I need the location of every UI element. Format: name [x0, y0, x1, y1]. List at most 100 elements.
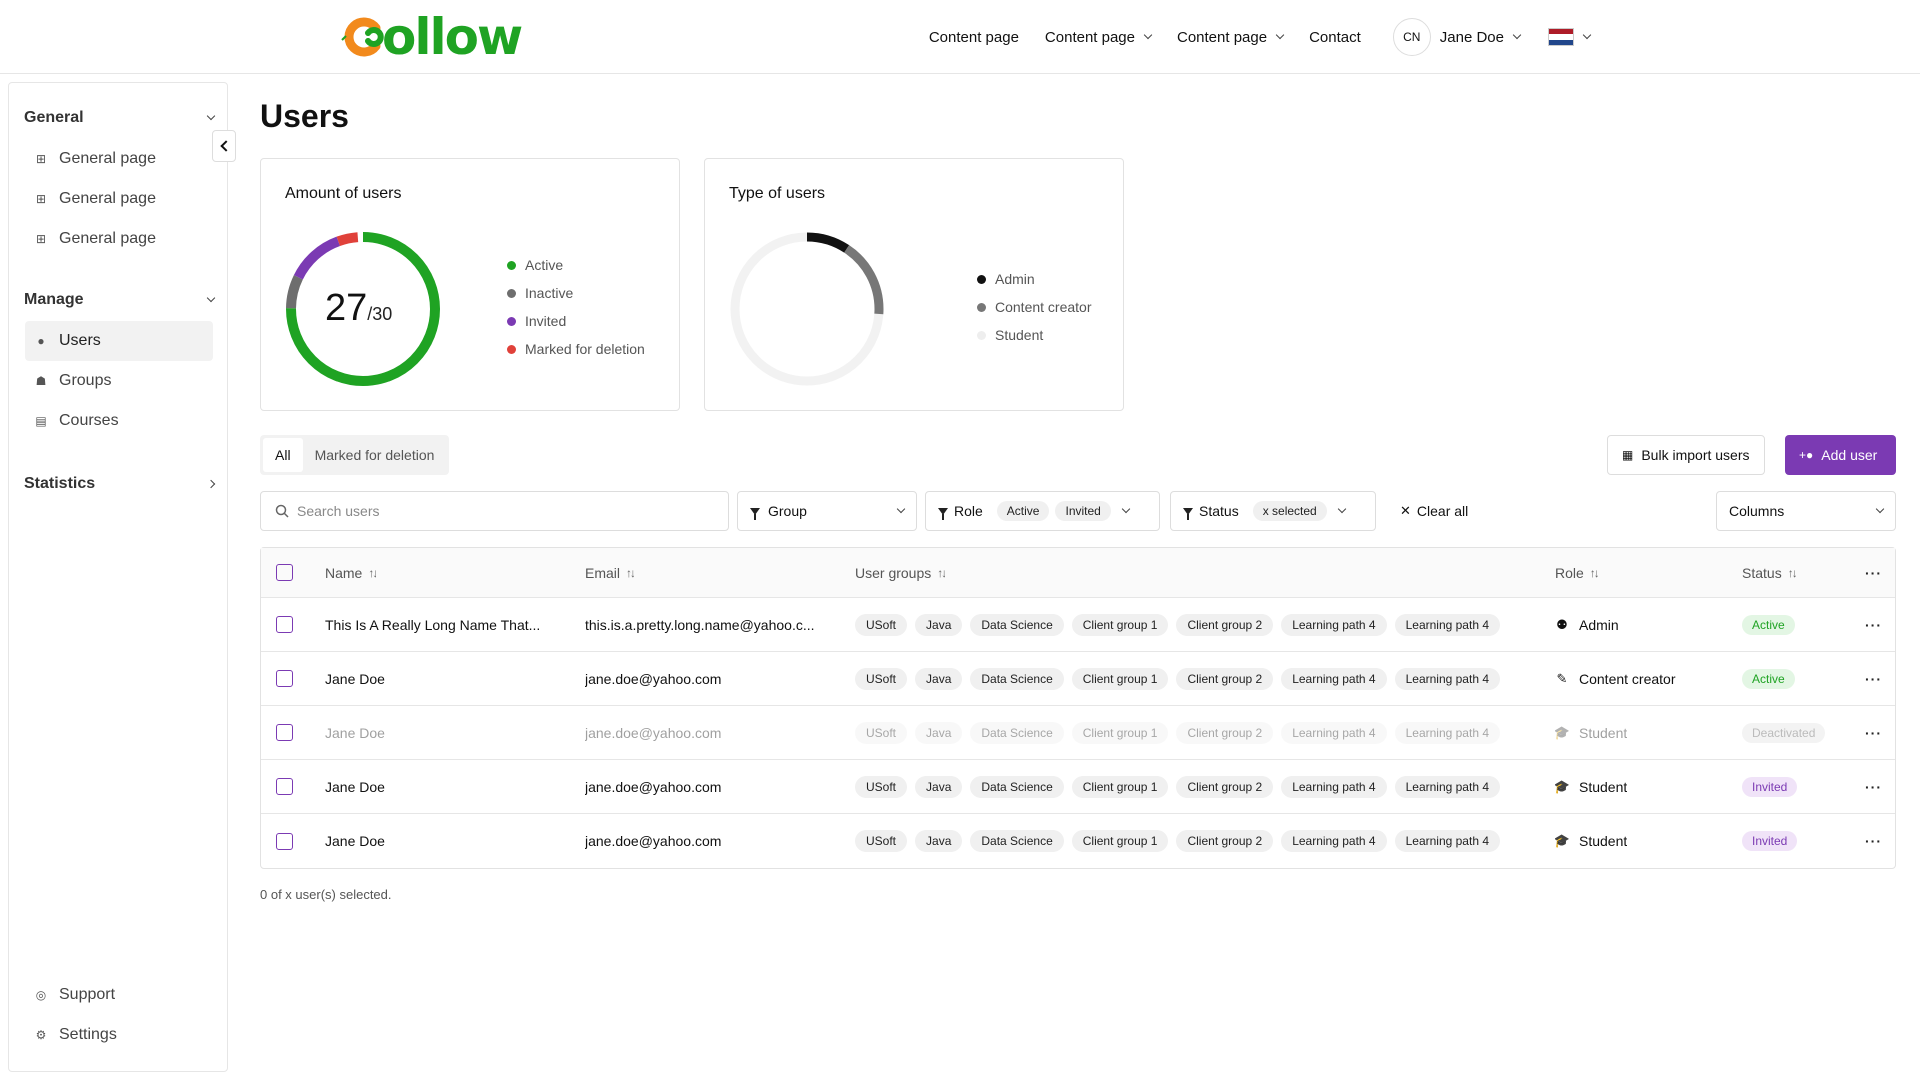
header-name[interactable]: Name ↑↓: [325, 548, 376, 597]
more-icon: ···: [1865, 833, 1882, 849]
map-icon: ⊞: [35, 192, 47, 206]
group-tag: Java: [915, 613, 963, 636]
row-checkbox[interactable]: [276, 832, 293, 850]
sidebar-item-settings[interactable]: ⚙ Settings: [25, 1015, 213, 1055]
columns-dropdown[interactable]: Columns: [1716, 491, 1896, 531]
row-more-menu[interactable]: ···: [1865, 760, 1882, 813]
row-checkbox[interactable]: [276, 724, 293, 741]
logo[interactable]: ollow: [340, 12, 523, 62]
legend-dot: [977, 302, 986, 312]
legend-item-inactive: Inactive: [507, 279, 645, 307]
role-chip-active[interactable]: Active: [996, 501, 1050, 521]
role-chip-invited[interactable]: Invited: [1055, 501, 1111, 521]
cell-status: Invited: [1742, 814, 1798, 868]
chevron-down-icon: [206, 293, 216, 303]
graduation-cap-icon: 🎓: [1555, 778, 1571, 794]
row-checkbox[interactable]: [276, 778, 293, 795]
filter-icon: [938, 507, 948, 520]
group-tag: Learning path 4: [1394, 613, 1500, 636]
nav-content-page-3[interactable]: Content page: [1177, 29, 1285, 46]
table-row[interactable]: Jane Doe jane.doe@yahoo.com USoft Java Dat…: [261, 760, 1895, 814]
sidebar-item-general-page-2[interactable]: ⊞ General page: [25, 179, 213, 219]
status-filter[interactable]: Status x selected: [1170, 491, 1376, 531]
group-filter[interactable]: Group: [737, 491, 917, 531]
map-icon: ⊞: [35, 232, 47, 246]
legend-dot: [507, 288, 516, 298]
status-badge: Deactivated: [1742, 722, 1826, 743]
nav-contact[interactable]: Contact: [1309, 29, 1361, 46]
cell-role: ⚉ Admin: [1555, 598, 1619, 651]
sidebar: General ⊞ General page ⊞ General page ⊞ Gen…: [8, 82, 228, 1072]
row-checkbox[interactable]: [276, 670, 293, 687]
chevron-down-icon: [1512, 30, 1522, 40]
role-filter[interactable]: Role Active Invited: [925, 491, 1160, 531]
add-user-icon: +●: [1799, 448, 1814, 462]
cell-status: Active: [1742, 598, 1795, 651]
nav-content-page-2[interactable]: Content page: [1045, 29, 1153, 46]
user-menu[interactable]: Jane Doe: [1440, 29, 1522, 46]
map-icon: ⊞: [35, 152, 47, 166]
legend-label: Content creator: [995, 299, 1092, 315]
header-email[interactable]: Email ↑↓: [585, 548, 634, 597]
avatar[interactable]: CN: [1392, 18, 1431, 56]
header-role[interactable]: Role ↑↓: [1555, 548, 1598, 597]
group-tag: Learning path 4: [1281, 667, 1387, 690]
row-more-menu[interactable]: ···: [1865, 814, 1882, 868]
table-row[interactable]: Jane Doe jane.doe@yahoo.com USoft Java Dat…: [261, 652, 1895, 706]
group-tag: Learning path 4: [1281, 613, 1387, 636]
search-input[interactable]: Search users: [260, 491, 729, 531]
sidebar-section-general[interactable]: General: [24, 109, 216, 127]
sort-icon: ↑↓: [368, 565, 377, 580]
select-all-checkbox[interactable]: [276, 564, 293, 581]
chevron-down-icon: [1337, 504, 1346, 514]
more-icon: ···: [1865, 670, 1882, 687]
group-tag: Client group 1: [1071, 667, 1169, 690]
sidebar-item-courses[interactable]: ▤ Courses: [25, 401, 213, 441]
sort-icon: ↑↓: [626, 565, 635, 580]
status-chip[interactable]: x selected: [1252, 501, 1327, 521]
sidebar-item-label: Groups: [59, 372, 112, 389]
group-tag: Java: [915, 830, 963, 852]
collapse-sidebar-button[interactable]: [212, 130, 236, 162]
sidebar-item-groups[interactable]: ☗ Groups: [25, 361, 213, 401]
tab-marked-for-deletion[interactable]: Marked for deletion: [303, 438, 447, 472]
amount-value: 27/30: [325, 287, 392, 330]
card-title: Amount of users: [285, 185, 402, 202]
section-label: General: [24, 109, 84, 126]
table-header-row: Name ↑↓ Email ↑↓ User groups ↑↓ Role ↑↓ Stat…: [261, 548, 1895, 598]
row-checkbox[interactable]: [276, 616, 293, 633]
add-user-button[interactable]: +● Add user: [1785, 435, 1896, 475]
bulk-import-button[interactable]: ▦ Bulk import users: [1607, 435, 1765, 475]
legend-item-content-creator: Content creator: [977, 293, 1092, 321]
sidebar-item-general-page-3[interactable]: ⊞ General page: [25, 219, 213, 259]
sidebar-section-statistics[interactable]: Statistics: [24, 475, 216, 493]
sidebar-item-label: Users: [59, 332, 101, 349]
sidebar-item-users[interactable]: ● Users: [25, 321, 213, 361]
row-more-menu[interactable]: ···: [1865, 598, 1882, 651]
row-more-menu[interactable]: ···: [1865, 652, 1882, 705]
table-row[interactable]: Jane Doe jane.doe@yahoo.com USoft Java Dat…: [261, 706, 1895, 760]
clear-all-label: Clear all: [1416, 503, 1469, 519]
sidebar-item-support[interactable]: ◎ Support: [25, 975, 213, 1015]
header-more-menu[interactable]: ···: [1865, 548, 1882, 597]
language-selector[interactable]: [1548, 28, 1592, 46]
row-more-menu[interactable]: ···: [1865, 706, 1882, 759]
sidebar-item-label: Settings: [59, 1026, 117, 1043]
button-label: Bulk import users: [1641, 447, 1750, 463]
cell-user-groups: USoft Java Data Science Client group 1 Clien…: [855, 814, 1545, 868]
nav-content-page-1[interactable]: Content page: [929, 29, 1019, 46]
legend-label: Marked for deletion: [525, 341, 645, 357]
clear-all-button[interactable]: ✕ Clear all: [1388, 491, 1480, 531]
header-status[interactable]: Status ↑↓: [1742, 548, 1796, 597]
filter-label: Role: [954, 503, 983, 519]
table-row[interactable]: Jane Doe jane.doe@yahoo.com USoft Java Dat…: [261, 814, 1895, 868]
header-user-groups[interactable]: User groups ↑↓: [855, 548, 945, 597]
table-row[interactable]: This Is A Really Long Name That... this.…: [261, 598, 1895, 652]
admin-icon: ⚉: [1556, 616, 1568, 632]
button-label: Add user: [1821, 447, 1878, 463]
sidebar-item-general-page-1[interactable]: ⊞ General page: [25, 139, 213, 179]
tab-all[interactable]: All: [263, 438, 303, 472]
group-tag: Learning path 4: [1281, 721, 1387, 744]
sidebar-section-manage[interactable]: Manage: [24, 291, 216, 309]
sidebar-item-label: General page: [59, 150, 156, 167]
